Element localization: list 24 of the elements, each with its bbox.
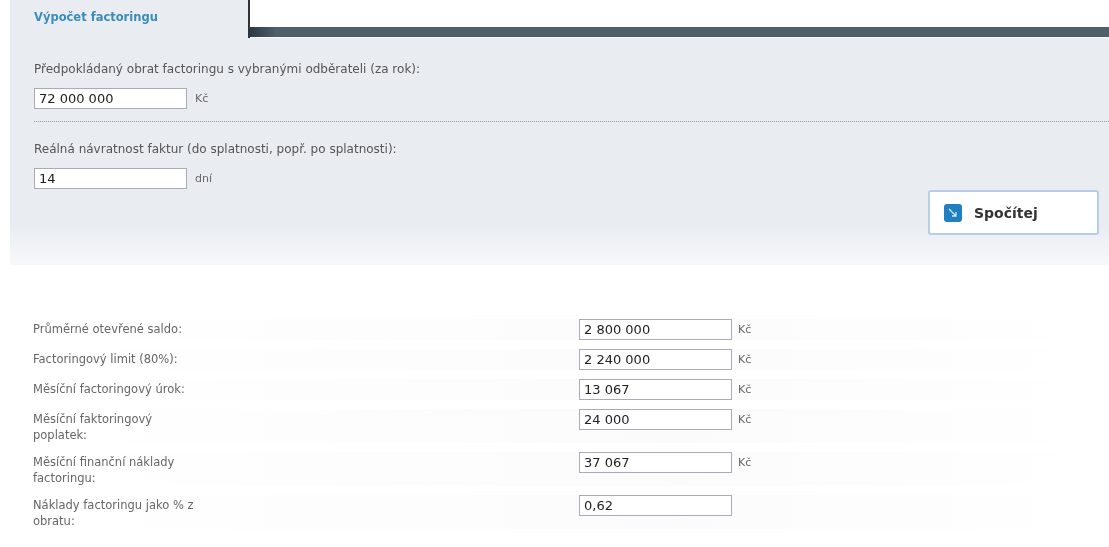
input-field[interactable]: 14 <box>34 168 187 189</box>
result-field[interactable]: 2 800 000 <box>579 319 732 340</box>
unit-label: Kč <box>738 322 752 336</box>
calculate-button[interactable]: Spočítej <box>928 190 1099 235</box>
result-label: Měsíční finanční náklady factoringu: <box>33 454 176 486</box>
result-field[interactable]: 2 240 000 <box>579 349 732 370</box>
result-label: Průměrné otevřené saldo: <box>33 321 183 337</box>
result-field[interactable]: 13 067 <box>579 379 732 400</box>
result-label: Náklady factoringu jako % z obratu: <box>33 497 195 529</box>
result-field[interactable]: 24 000 <box>579 409 732 430</box>
field-label: Reálná návratnost faktur (do splatnosti, popř. po splatnosti): <box>34 142 398 156</box>
unit-label: Kč <box>738 412 752 426</box>
result-field[interactable]: 0,62 <box>579 495 732 516</box>
result-label: Měsíční faktoringový poplatek: <box>33 411 154 443</box>
unit-label: Kč <box>195 92 209 105</box>
input-field[interactable]: 72 000 000 <box>34 88 187 109</box>
unit-label: Kč <box>738 352 752 366</box>
result-label: Měsíční factoringový úrok: <box>33 381 186 397</box>
unit-label: Kč <box>738 382 752 396</box>
result-label: Factoringový limit (80%): <box>33 351 179 367</box>
field-label: Předpokládaný obrat factoringu s vybranými odběrateli (za rok): <box>34 62 422 76</box>
unit-label: Kč <box>738 455 752 469</box>
unit-label: dní <box>195 172 212 185</box>
result-field[interactable]: 37 067 <box>579 452 732 473</box>
